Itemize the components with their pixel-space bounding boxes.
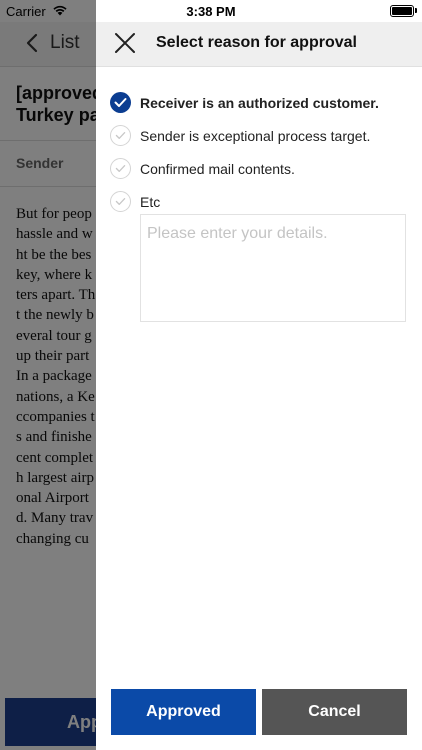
checkmark-circle-icon (110, 92, 131, 113)
battery-tip (415, 8, 417, 13)
checkmark-circle-icon (110, 125, 131, 146)
reason-list: Receiver is an authorized customer. Send… (110, 86, 410, 218)
close-button[interactable] (112, 30, 138, 56)
reason-option-confirmed-contents[interactable]: Confirmed mail contents. (110, 152, 410, 185)
drawer-title: Select reason for approval (156, 34, 357, 51)
cancel-button[interactable]: Cancel (262, 689, 407, 735)
status-bar: Carrier 3:38 PM (0, 0, 422, 22)
status-time: 3:38 PM (186, 4, 236, 19)
battery-icon (390, 5, 414, 17)
reason-label: Receiver is an authorized customer. (140, 94, 379, 111)
reason-label: Sender is exceptional process target. (140, 127, 371, 144)
close-icon (115, 33, 135, 53)
reason-label: Confirmed mail contents. (140, 160, 295, 177)
checkmark-circle-icon (110, 158, 131, 179)
drawer-header: Select reason for approval (96, 22, 422, 67)
reason-option-authorized-customer[interactable]: Receiver is an authorized customer. (110, 86, 410, 119)
reason-label: Etc (140, 193, 161, 210)
checkmark-circle-icon (110, 191, 131, 212)
reason-option-exceptional-process[interactable]: Sender is exceptional process target. (110, 119, 410, 152)
approved-button[interactable]: Approved (111, 689, 256, 735)
details-input[interactable] (140, 214, 406, 322)
approval-reason-drawer: Select reason for approval Receiver is a… (96, 0, 422, 750)
